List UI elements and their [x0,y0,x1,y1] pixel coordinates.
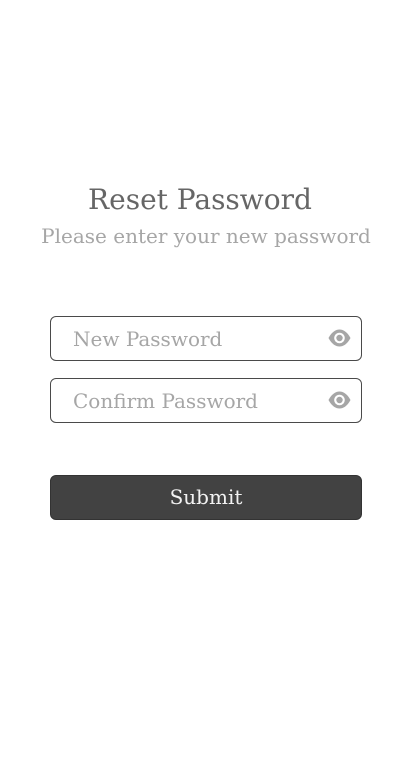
eye-icon[interactable] [327,327,352,349]
new-password-field[interactable] [50,316,362,361]
new-password-input[interactable] [73,317,309,360]
page-title: Reset Password [88,183,312,216]
confirm-password-field[interactable] [50,378,362,423]
submit-button[interactable]: Submit [50,475,362,520]
eye-icon[interactable] [327,389,352,411]
confirm-password-input[interactable] [73,379,309,422]
page-subtitle: Please enter your new password [41,224,371,248]
